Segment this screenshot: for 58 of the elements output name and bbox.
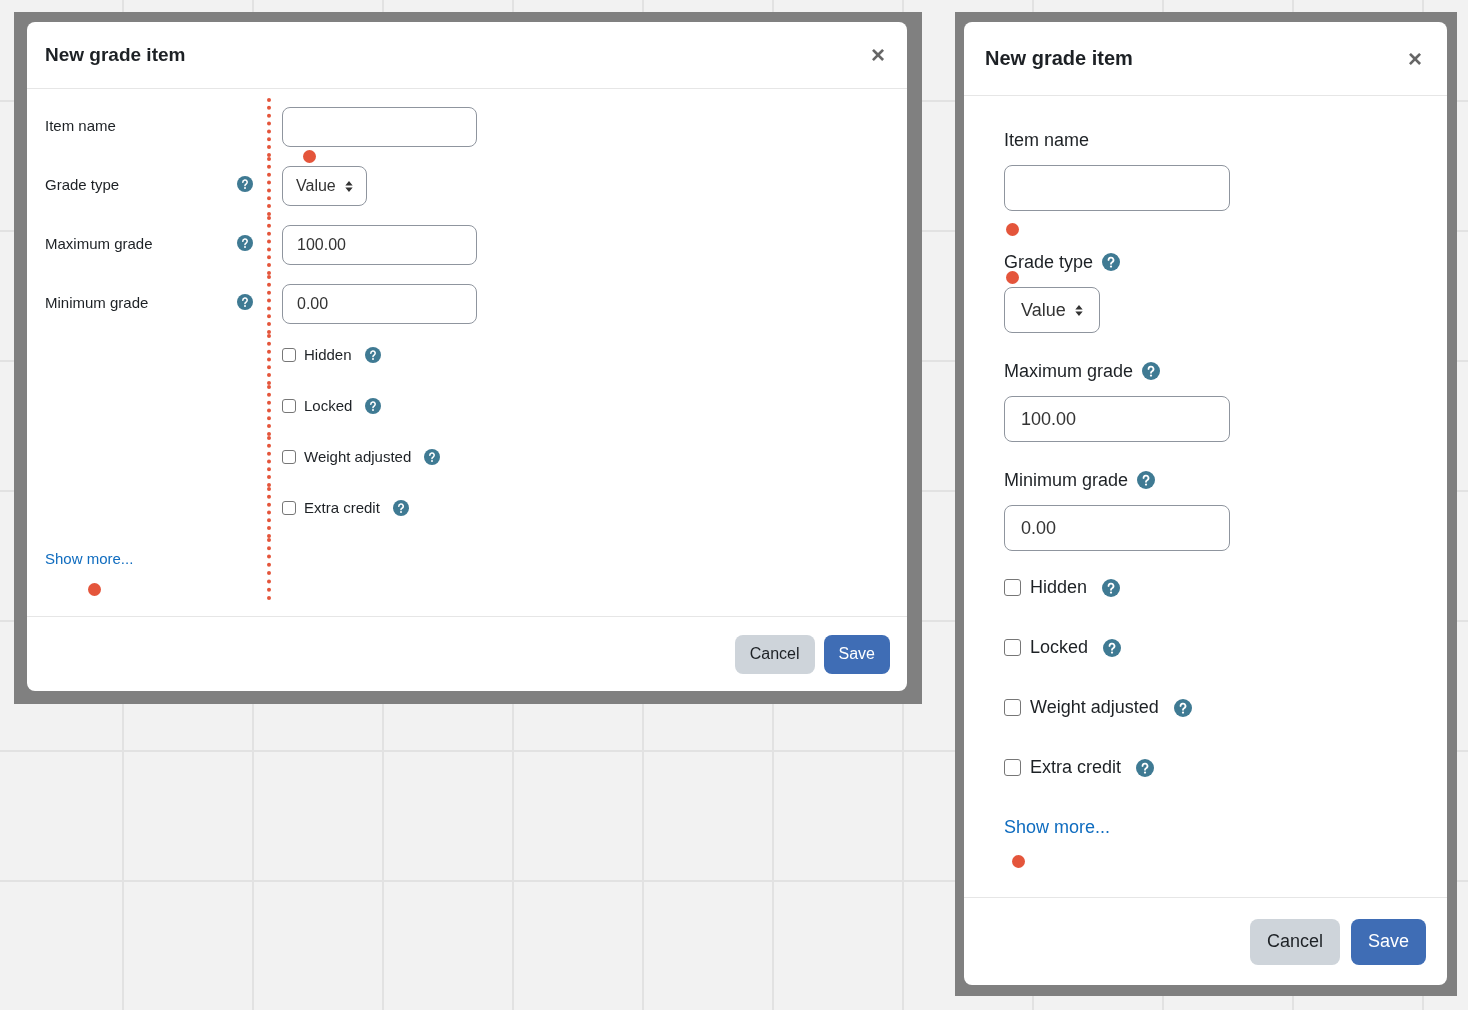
checkbox-label: Weight adjusted [1030,697,1159,718]
field-label: Grade type [1004,251,1094,273]
field-label: Item name [1004,129,1090,151]
field-label: Minimum grade [1004,469,1129,491]
help-icon[interactable] [237,176,253,193]
help-icon[interactable] [1102,578,1121,597]
text-field[interactable]: 100.00 [1004,396,1230,442]
checkbox[interactable] [282,500,296,515]
field-label: Maximum grade [45,235,153,253]
help-icon[interactable] [1102,253,1121,271]
field-label: Maximum grade [1004,360,1134,382]
checkbox-label: Locked [304,397,353,415]
checkbox-label: Hidden [1030,577,1088,598]
help-icon[interactable] [237,294,253,311]
checkbox[interactable] [1004,759,1021,776]
text-field[interactable]: 100.00 [282,225,477,266]
help-icon[interactable] [1137,471,1156,489]
close-button[interactable]: × [1404,46,1426,71]
close-button[interactable]: × [867,43,889,68]
dialog-title: New grade item [985,47,1133,70]
help-icon[interactable] [1136,758,1155,777]
cancel-button[interactable]: Cancel [1249,918,1340,965]
checkbox[interactable] [282,398,296,413]
checkbox-label: Extra credit [1030,757,1122,778]
checkbox[interactable] [1004,699,1021,716]
text-field[interactable]: 0.00 [1004,505,1230,551]
help-icon[interactable] [1103,638,1122,657]
checkbox[interactable] [1004,579,1021,596]
help-icon[interactable] [1142,362,1161,380]
field-label: Item name [45,117,116,135]
field-label: Minimum grade [45,294,149,312]
text-field[interactable]: 0.00 [282,284,477,325]
checkbox[interactable] [282,449,296,464]
help-icon[interactable] [1173,698,1192,717]
text-field[interactable] [1004,165,1230,211]
help-icon[interactable] [364,346,381,363]
checkbox[interactable] [1004,639,1021,656]
grade-type-select[interactable]: Value [1004,287,1100,333]
sort-arrows-icon [344,180,353,192]
cancel-button[interactable]: Cancel [734,634,815,674]
checkbox-label: Extra credit [304,499,380,517]
checkbox-label: Weight adjusted [304,448,412,466]
show-more-link[interactable]: Show more... [1004,817,1111,837]
sort-arrows-icon [1074,304,1083,316]
help-icon[interactable] [424,448,441,465]
show-more-link[interactable]: Show more... [45,550,134,568]
help-icon[interactable] [365,397,382,414]
save-button[interactable]: Save [1350,918,1426,965]
text-field[interactable] [282,107,477,148]
grade-type-select[interactable]: Value [282,166,367,207]
dialog-title: New grade item [45,44,186,67]
field-label: Grade type [45,176,120,194]
checkbox-label: Hidden [304,346,352,364]
checkbox[interactable] [282,347,296,362]
save-button[interactable]: Save [823,634,890,674]
checkbox-label: Locked [1030,637,1089,658]
help-icon[interactable] [237,235,253,252]
help-icon[interactable] [392,499,409,516]
